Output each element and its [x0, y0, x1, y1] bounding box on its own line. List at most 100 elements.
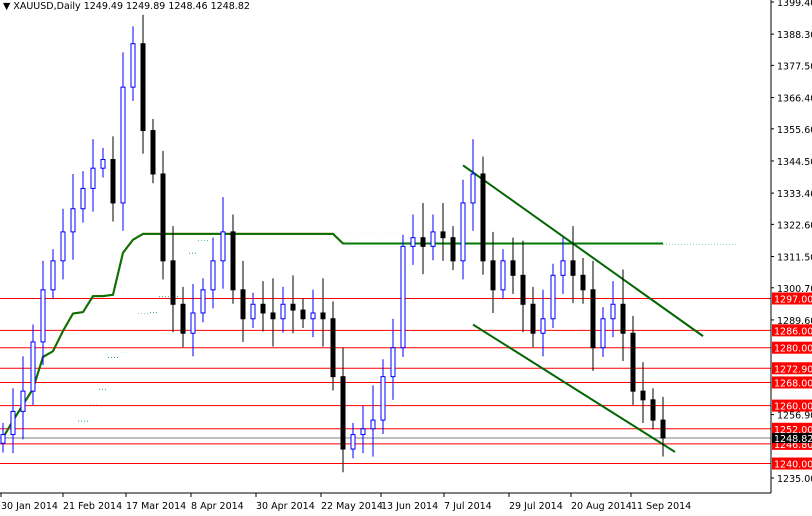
candle-body — [410, 237, 416, 247]
candle-body — [170, 260, 176, 305]
x-tick-label: 30 Jan 2014 — [1, 501, 58, 512]
ohlc-readout: 1249.49 1249.89 1248.46 1248.82 — [83, 1, 250, 12]
x-tick-label: 20 Aug 2014 — [571, 501, 632, 512]
candle-body — [530, 303, 536, 334]
y-tick-label: 1256.90 — [777, 411, 812, 422]
candle-body — [250, 303, 256, 320]
y-tick-label: 1289.60 — [777, 316, 812, 327]
candle-body — [640, 390, 646, 401]
cloud-segment — [338, 233, 348, 235]
chart-header: ▼ XAUUSD,Daily 1249.49 1249.89 1248.46 1… — [3, 1, 250, 12]
candle-body — [300, 309, 306, 320]
y-tick-label: 1399.40 — [777, 0, 812, 9]
candle-body — [20, 390, 26, 412]
x-tick-label: 8 Apr 2014 — [191, 501, 244, 512]
y-tick-label: 1311.50 — [777, 253, 812, 264]
candle-body — [220, 231, 226, 262]
y-tick-label: 1235.00 — [777, 474, 812, 485]
candle-body — [510, 260, 516, 276]
candle-body — [30, 341, 36, 392]
candle-body — [470, 173, 476, 204]
candle-body — [110, 159, 116, 204]
candle-body — [650, 399, 656, 421]
candle-body — [280, 303, 286, 320]
price-chart[interactable]: 1297.001286.001280.001272.901268.001260.… — [0, 0, 812, 516]
cloud-segment — [668, 243, 678, 245]
candle-body — [230, 231, 236, 291]
y-tick-label: 1333.40 — [777, 189, 812, 200]
candle-body — [630, 332, 636, 392]
x-tick-label: 22 May 2014 — [321, 501, 383, 512]
candle-body — [390, 347, 396, 378]
candle-body — [580, 274, 586, 291]
candle-body — [270, 312, 276, 320]
cloud-segment — [198, 239, 208, 241]
candle-body — [600, 318, 606, 349]
candle-body — [70, 208, 76, 233]
candle-body — [610, 303, 616, 320]
candle-body — [130, 43, 136, 88]
x-tick-label: 29 Jul 2014 — [509, 501, 563, 512]
candle-body — [440, 231, 446, 239]
candle-body — [370, 419, 376, 430]
candle-body — [340, 376, 346, 450]
candle-body — [480, 173, 486, 262]
cloud-segment — [728, 243, 738, 245]
candle-body — [380, 376, 386, 421]
candle-body — [400, 245, 406, 349]
cloud-segment — [118, 351, 128, 353]
y-tick-label: 1366.40 — [777, 94, 812, 105]
level-price-label: 1272.90 — [774, 364, 812, 375]
cloud-segment — [388, 233, 398, 235]
cloud-segment — [188, 252, 198, 254]
candle-body — [100, 159, 106, 169]
candle-body — [540, 318, 546, 334]
candle-body — [500, 260, 506, 291]
x-tick-label: 21 Feb 2014 — [63, 501, 122, 512]
cloud-segment — [718, 243, 728, 245]
trendline — [472, 323, 676, 453]
candle-body — [550, 274, 556, 320]
candle-body — [460, 202, 466, 262]
level-price-label: 1286.00 — [774, 326, 812, 337]
cloud-segment — [368, 233, 378, 235]
cloud-segment — [78, 420, 88, 422]
candle-body — [140, 43, 146, 132]
cloud-segment — [378, 233, 388, 235]
y-tick-label: 1300.70 — [777, 284, 812, 295]
x-tick-label: 30 Apr 2014 — [256, 501, 315, 512]
candle-body — [430, 231, 436, 247]
candle-body — [160, 173, 166, 262]
trendline — [462, 164, 704, 337]
candle-body — [80, 187, 86, 210]
candle-body — [490, 260, 496, 291]
level-price-label: 1240.00 — [774, 460, 812, 471]
candle-body — [660, 419, 666, 439]
level-price-label: 1297.00 — [774, 294, 812, 305]
candle-body — [310, 312, 316, 320]
cloud-segment — [398, 233, 408, 235]
cloud-segment — [158, 296, 168, 298]
candle-body — [210, 260, 216, 291]
candle-body — [570, 260, 576, 276]
current-price-label: 1248.82 — [774, 434, 812, 445]
candle-body — [40, 289, 46, 343]
x-tick-label: 7 Jul 2014 — [444, 501, 492, 512]
candle-body — [620, 303, 626, 334]
candle-body — [240, 289, 246, 320]
candle-body — [420, 237, 426, 247]
cloud-segment — [108, 356, 118, 358]
candle-body — [90, 167, 96, 189]
candle-body — [450, 237, 456, 262]
dropdown-triangle-icon[interactable]: ▼ — [3, 1, 10, 12]
cloud-segment — [708, 243, 718, 245]
chart-window: ▼ XAUUSD,Daily 1249.49 1249.89 1248.46 1… — [0, 0, 812, 516]
candle-body — [10, 410, 16, 436]
candle-body — [180, 303, 186, 334]
candle-body — [320, 312, 326, 320]
candle-body — [360, 428, 366, 436]
symbol-label: XAUUSD,Daily — [13, 1, 81, 12]
candle-body — [50, 260, 56, 291]
candle-body — [60, 231, 66, 262]
y-tick-label: 1377.50 — [777, 61, 812, 72]
